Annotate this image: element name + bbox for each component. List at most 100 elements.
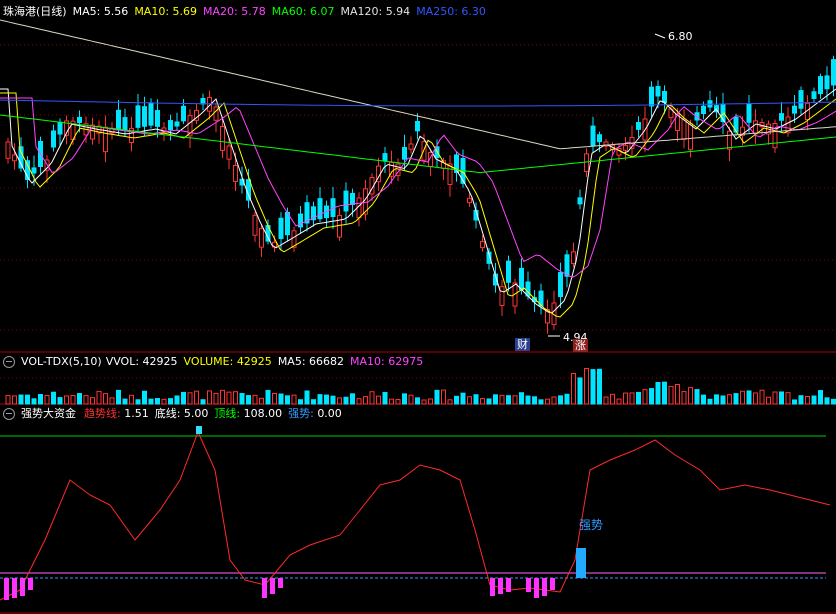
weak-signal-bar xyxy=(498,578,503,594)
volume-bar xyxy=(668,385,674,405)
candle-body xyxy=(31,167,37,174)
volume-bar xyxy=(649,388,654,405)
weak-signal-bar xyxy=(526,578,531,592)
candle-body xyxy=(148,102,154,126)
candle-body xyxy=(558,272,563,298)
candle-body xyxy=(681,118,687,140)
volume-bar xyxy=(161,398,167,405)
volume-bar xyxy=(798,395,804,405)
candle-body xyxy=(408,143,414,150)
candle-body xyxy=(200,97,206,105)
ma-value: 6.07 xyxy=(309,5,335,18)
candle-body xyxy=(688,123,693,151)
volume-bar xyxy=(200,399,206,405)
volume-bar xyxy=(350,393,355,405)
volume-bar xyxy=(187,392,193,405)
volume-bar xyxy=(5,395,11,405)
candle-body xyxy=(571,251,576,264)
volume-bar xyxy=(317,394,323,405)
candle-body xyxy=(467,197,472,204)
candle-body xyxy=(824,75,830,90)
finance-tag[interactable]: 财 xyxy=(515,338,530,351)
candle-body xyxy=(655,86,661,97)
volume-bar xyxy=(265,389,271,405)
weak-signal-bar xyxy=(20,578,25,596)
volume-bar xyxy=(805,395,810,405)
volume-bar xyxy=(642,389,648,405)
candle-body xyxy=(811,91,817,99)
vol-value: 42925 xyxy=(236,355,272,368)
volume-bar xyxy=(688,387,693,405)
candle-body xyxy=(590,125,596,147)
volume-bar xyxy=(740,390,745,405)
volume-panel-header: VOL-TDX(5,10) VVOL: 42925 VOLUME: 42925 MA… xyxy=(0,354,429,370)
candle-body xyxy=(727,130,732,150)
candle-body xyxy=(753,120,758,135)
volume-bar xyxy=(558,395,563,405)
peak-signal-bar xyxy=(196,426,202,434)
candle-body xyxy=(746,103,752,123)
vol-label: MA10: xyxy=(350,355,389,368)
volume-bar xyxy=(441,389,446,405)
volume-bar xyxy=(623,392,628,405)
volume-bar xyxy=(168,398,173,405)
stock-chart-window: { "price_panel": { "title": "珠海港(日线)", "… xyxy=(0,0,836,614)
candle-body xyxy=(779,113,784,121)
volume-bar xyxy=(564,393,570,405)
collapse-icon[interactable] xyxy=(3,408,15,420)
volume-bar xyxy=(460,392,466,405)
vol-value: 66682 xyxy=(309,355,345,368)
volume-bar xyxy=(434,389,440,405)
candle-body xyxy=(142,106,147,127)
volume-bar xyxy=(135,399,141,405)
collapse-icon[interactable] xyxy=(3,356,15,368)
volume-bar xyxy=(571,373,576,405)
candle-body xyxy=(584,153,589,173)
ma-item: MA20: 5.78 xyxy=(203,4,266,20)
volume-bar xyxy=(421,399,427,405)
volume-bar xyxy=(220,389,225,405)
volume-bar xyxy=(720,395,726,405)
volume-bar xyxy=(428,398,433,405)
candle-body xyxy=(818,76,823,95)
candle-body xyxy=(701,105,706,115)
volume-bar xyxy=(512,395,518,405)
volume-bar xyxy=(824,397,830,405)
limit-up-tag[interactable]: 涨 xyxy=(573,339,588,352)
chart-canvas xyxy=(0,19,836,614)
volume-bar xyxy=(194,390,199,405)
volume-bar xyxy=(785,392,791,405)
volume-legend: VVOL: 42925 VOLUME: 42925 MA5: 66682 MA10: … xyxy=(106,354,430,370)
volume-bar xyxy=(532,396,537,405)
ma-value: 5.69 xyxy=(172,5,198,18)
volume-bar xyxy=(239,392,245,405)
ma-item: MA5: 5.56 xyxy=(73,4,129,20)
indicator-panel-header: 强势大资金 趋势线: 1.51 底线: 5.00 顶线: 108.00 强势: 0.0… xyxy=(0,406,348,422)
volume-bar xyxy=(343,396,349,405)
volume-bar xyxy=(603,396,609,405)
volume-bar xyxy=(369,391,375,405)
volume-bar xyxy=(272,392,277,405)
volume-bar xyxy=(252,394,258,405)
candle-body xyxy=(116,109,121,130)
volume-bar xyxy=(727,394,732,405)
volume-bar xyxy=(610,393,615,405)
volume-bar xyxy=(792,399,797,405)
ind-label: 趋势线: xyxy=(84,407,125,420)
candle-body xyxy=(122,117,128,130)
candle-body xyxy=(480,241,485,249)
ind-value: 1.51 xyxy=(124,407,149,420)
volume-bar xyxy=(545,398,550,405)
volume-bar xyxy=(291,394,297,405)
ma-legend: MA5: 5.56 MA10: 5.69 MA20: 5.78 MA60: 6.07 M… xyxy=(73,4,492,20)
volume-bar xyxy=(447,399,453,405)
volume-bar xyxy=(116,389,121,405)
candle-body xyxy=(499,286,505,306)
high-marker-arrow xyxy=(654,33,666,39)
ind-item: 强势: 0.00 xyxy=(288,406,342,422)
volume-bar xyxy=(408,394,414,405)
candle-body xyxy=(382,153,388,162)
volume-bar xyxy=(811,395,817,405)
volume-bar xyxy=(278,393,284,405)
vol-item: MA10: 62975 xyxy=(350,354,423,370)
